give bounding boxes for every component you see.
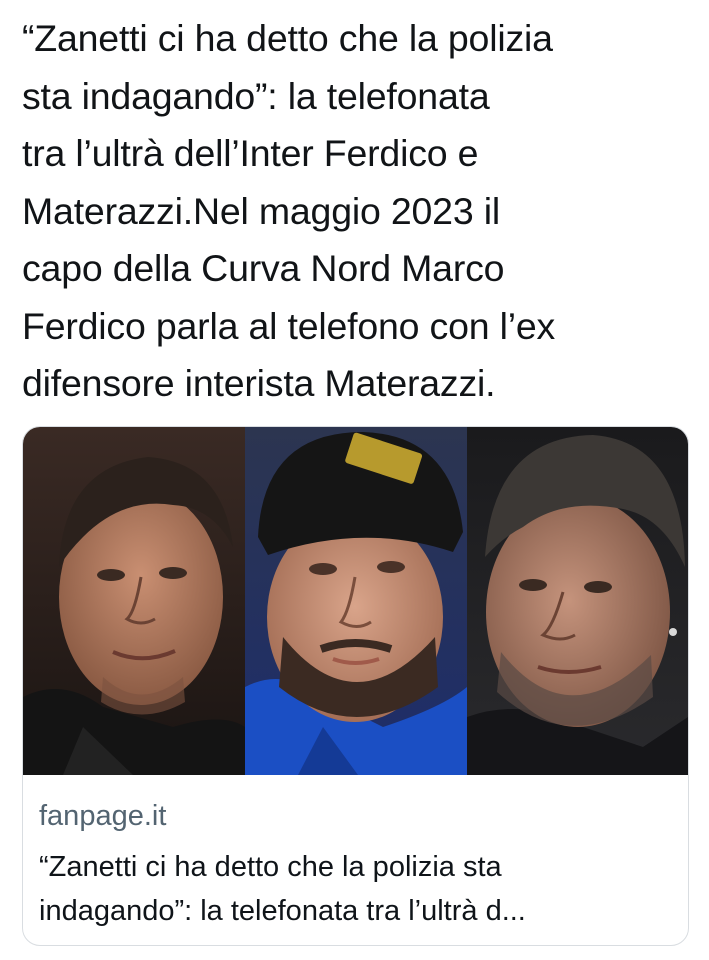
card-title[interactable]: “Zanetti ci ha detto che la polizia sta …: [39, 845, 679, 933]
article-preview-image[interactable]: [23, 427, 688, 775]
tweet-text: “Zanetti ci ha detto che la polizia sta …: [22, 17, 556, 404]
link-preview-card[interactable]: fanpage.it “Zanetti ci ha detto che la p…: [22, 426, 689, 946]
person-right-photo: [467, 427, 688, 775]
card-domain: fanpage.it: [39, 800, 167, 832]
person-middle-photo: [245, 427, 467, 775]
person-left-photo: [23, 427, 245, 775]
